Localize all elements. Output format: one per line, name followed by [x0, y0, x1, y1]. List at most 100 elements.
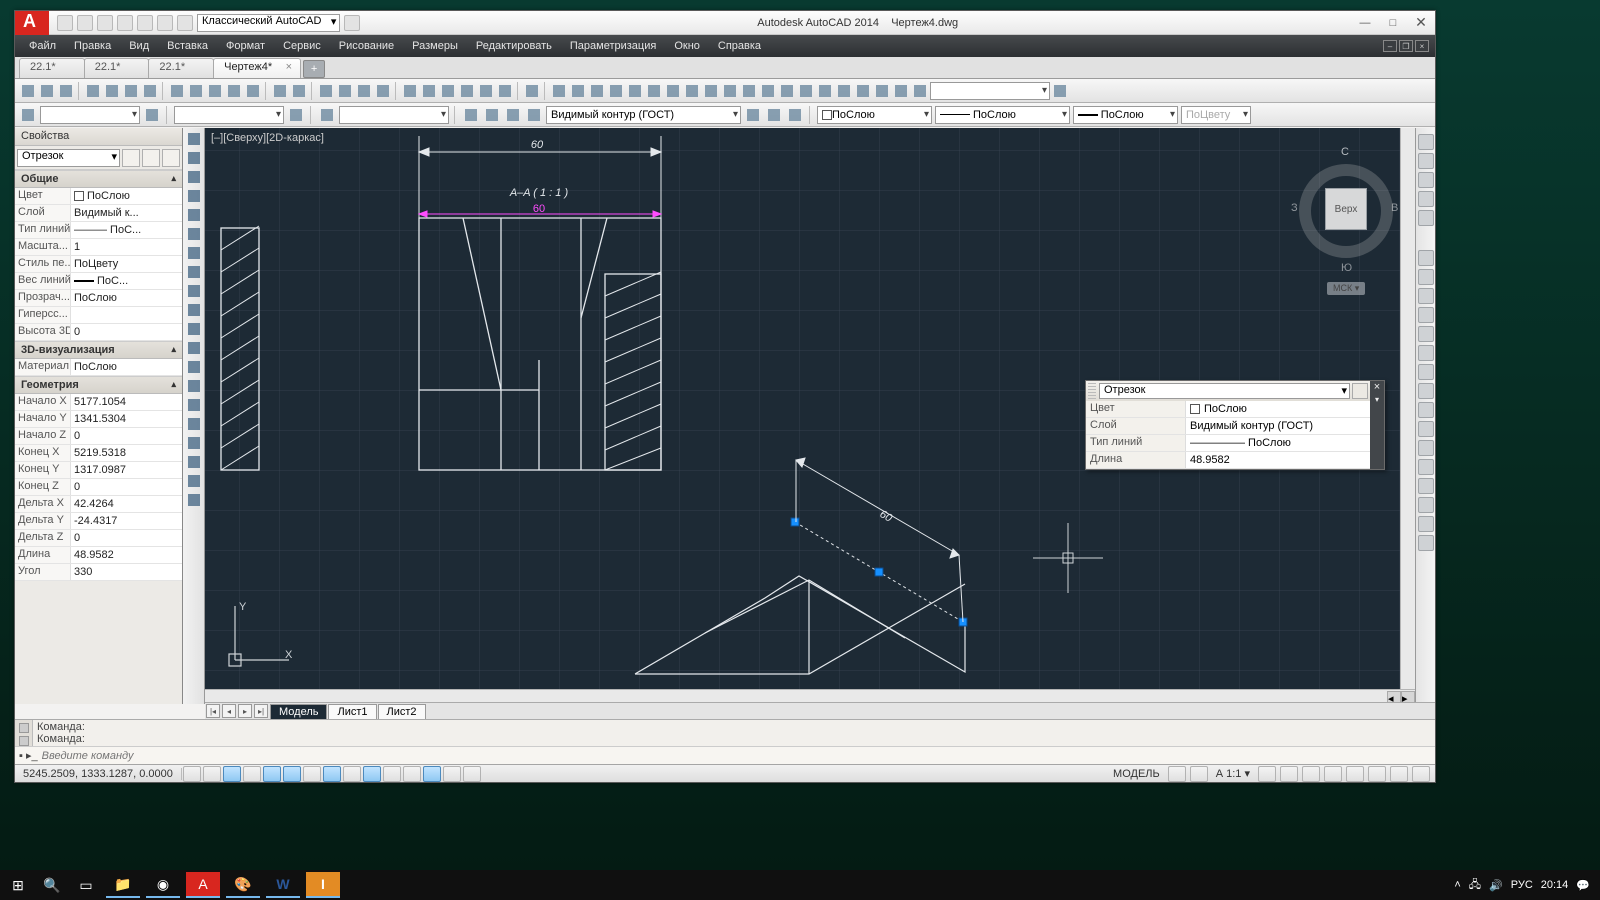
mod-offset-icon[interactable] — [1418, 307, 1434, 323]
save-icon[interactable] — [57, 82, 75, 100]
menu-view[interactable]: Вид — [121, 38, 157, 54]
zoom-window-icon[interactable] — [355, 82, 373, 100]
showmotion-icon[interactable] — [1418, 210, 1434, 226]
centermark-icon[interactable] — [816, 82, 834, 100]
viewcube-west[interactable]: З — [1291, 202, 1298, 214]
new-tab-button[interactable]: + — [303, 60, 325, 78]
sb-drawing-quickview-icon[interactable] — [1190, 766, 1208, 782]
table-icon[interactable] — [185, 453, 203, 471]
revcloud-icon[interactable] — [185, 263, 203, 281]
maximize-button[interactable]: □ — [1379, 13, 1407, 33]
menu-tools[interactable]: Сервис — [275, 38, 329, 54]
property-value[interactable]: ——— ПоС... — [71, 222, 182, 238]
sb-cleanscreen-icon[interactable] — [1390, 766, 1408, 782]
grip-mid-icon[interactable] — [875, 568, 883, 576]
viewcube[interactable]: С Ю З В Верх МСК ▾ — [1291, 136, 1401, 276]
dim-update-icon[interactable] — [911, 82, 929, 100]
dim-textedit-icon[interactable] — [892, 82, 910, 100]
chrome-icon[interactable]: ◉ — [146, 872, 180, 898]
property-value[interactable]: 0 — [71, 530, 182, 546]
plotstyle-combo[interactable]: ПоЦвету — [1181, 106, 1251, 124]
qp-customize-icon[interactable] — [1352, 383, 1368, 399]
dim-arc-icon[interactable] — [588, 82, 606, 100]
modelspace-button[interactable]: МОДЕЛЬ — [1108, 768, 1165, 780]
print-icon[interactable] — [84, 82, 102, 100]
property-value[interactable]: 0 — [71, 428, 182, 444]
layout-last-icon[interactable]: ▸| — [254, 704, 268, 718]
circle-icon[interactable] — [185, 244, 203, 262]
polygon-icon[interactable] — [185, 187, 203, 205]
qat-saveas-icon[interactable] — [117, 15, 133, 31]
paint-icon[interactable]: 🎨 — [226, 872, 260, 898]
property-row[interactable]: Прозрач...ПоСлою — [15, 290, 182, 307]
mod-copy-icon[interactable] — [1418, 269, 1434, 285]
property-row[interactable]: Стиль пе...ПоЦвету — [15, 256, 182, 273]
minimize-button[interactable]: — — [1351, 13, 1379, 33]
color-combo[interactable]: ПоСлою — [817, 106, 932, 124]
property-value[interactable]: 0 — [71, 324, 182, 340]
layermatch-icon[interactable] — [765, 106, 783, 124]
qat-save-icon[interactable] — [97, 15, 113, 31]
qat-new-icon[interactable] — [57, 15, 73, 31]
tolerance-icon[interactable] — [797, 82, 815, 100]
layer-manager-icon[interactable] — [462, 106, 480, 124]
property-value[interactable]: 48.9582 — [71, 547, 182, 563]
command-input[interactable] — [42, 750, 1431, 762]
menu-help[interactable]: Справка — [710, 38, 769, 54]
dim-linear-icon[interactable] — [550, 82, 568, 100]
property-row[interactable]: Дельта X42.4264 — [15, 496, 182, 513]
property-value[interactable]: Видимый к... — [71, 205, 182, 221]
sb-customize-icon[interactable] — [1412, 766, 1430, 782]
mod-fillet-icon[interactable] — [1418, 516, 1434, 532]
inventor-icon[interactable]: I — [306, 872, 340, 898]
object-type-combo[interactable]: Отрезок — [17, 149, 120, 167]
windows-taskbar[interactable]: ⊞ 🔍 ▭ 📁 ◉ A 🎨 W I ˄ 🖧 🔊 РУС 20:14 💬 — [0, 870, 1600, 900]
sb-3dosnap-icon[interactable] — [303, 766, 321, 782]
drawing-viewport[interactable]: [–][Сверху][2D-каркас] — [205, 128, 1435, 704]
property-row[interactable]: Тип линий————— ПоСлою — [1086, 435, 1370, 452]
quickselect-icon[interactable] — [122, 149, 140, 167]
dim-edit-icon[interactable] — [873, 82, 891, 100]
mod-rotate-icon[interactable] — [1418, 364, 1434, 380]
property-row[interactable]: Начало Z0 — [15, 428, 182, 445]
blockeditor-icon[interactable] — [244, 82, 262, 100]
markup-icon[interactable] — [477, 82, 495, 100]
property-value[interactable]: 5177.1054 — [71, 394, 182, 410]
mod-explode-icon[interactable] — [1418, 535, 1434, 551]
mtext-icon[interactable] — [185, 472, 203, 490]
zoom-prev-icon[interactable] — [374, 82, 392, 100]
layer-prev-icon[interactable] — [744, 106, 762, 124]
property-row[interactable]: Гиперсс... — [15, 307, 182, 324]
coordinate-readout[interactable]: 5245.2509, 1333.1287, 0.0000 — [15, 768, 182, 780]
dim-angular-icon[interactable] — [683, 82, 701, 100]
property-value[interactable]: ПоС... — [71, 273, 182, 289]
sb-dyn-icon[interactable] — [363, 766, 381, 782]
property-value[interactable]: ПоЦвету — [71, 256, 182, 272]
menu-insert[interactable]: Вставка — [159, 38, 216, 54]
dim-inspect-icon[interactable] — [835, 82, 853, 100]
sheetset-icon[interactable] — [458, 82, 476, 100]
region-icon[interactable] — [185, 434, 203, 452]
sb-sc-icon[interactable] — [443, 766, 461, 782]
sb-toolbar-lock-icon[interactable] — [1324, 766, 1342, 782]
dim-jogged-icon[interactable] — [645, 82, 663, 100]
tab-sheet[interactable]: Лист1 — [328, 704, 376, 719]
tray-volume-icon[interactable]: 🔊 — [1489, 879, 1503, 892]
rectangle-icon[interactable] — [185, 206, 203, 224]
dim-diameter-icon[interactable] — [664, 82, 682, 100]
quick-properties-panel[interactable]: Отрезок ЦветПоСлоюСлойВидимый контур (ГО… — [1085, 380, 1385, 470]
cmd-grip-icon[interactable] — [19, 723, 29, 733]
property-row[interactable]: Дельта Y-24.4317 — [15, 513, 182, 530]
sb-ducs-icon[interactable] — [343, 766, 361, 782]
zoom-rt-icon[interactable] — [336, 82, 354, 100]
redo-icon[interactable] — [290, 82, 308, 100]
matchprops-icon[interactable] — [225, 82, 243, 100]
property-value[interactable]: ПоСлою — [71, 290, 182, 306]
mdi-minimize-icon[interactable]: – — [1383, 40, 1397, 52]
property-value[interactable]: 1317.0987 — [71, 462, 182, 478]
sb-otrack-icon[interactable] — [323, 766, 341, 782]
search-icon[interactable]: 🔍 — [38, 872, 66, 898]
viewcube-north[interactable]: С — [1341, 146, 1349, 158]
gradient-icon[interactable] — [185, 415, 203, 433]
property-row[interactable]: МатериалПоСлою — [15, 359, 182, 376]
